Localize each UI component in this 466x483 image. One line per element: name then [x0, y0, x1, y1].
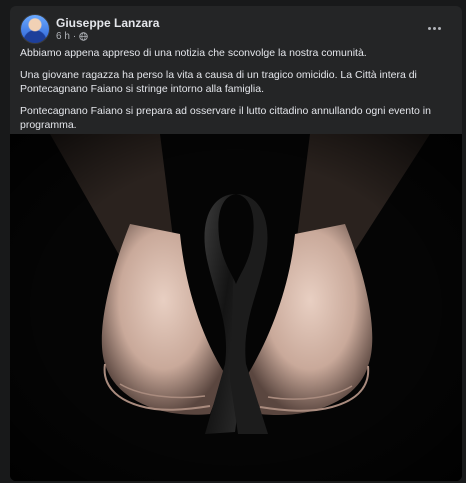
- post-time[interactable]: 6 h: [56, 31, 70, 42]
- post-paragraph: Pontecagnano Faiano si prepara ad osserv…: [20, 105, 431, 131]
- post-card: Giuseppe Lanzara 6 h · Abbiamo appena ap…: [10, 6, 462, 481]
- post-text: Abbiamo appena appreso di una notizia ch…: [20, 46, 440, 140]
- author-name[interactable]: Giuseppe Lanzara: [56, 16, 159, 30]
- hands-ribbon-image: [10, 134, 462, 481]
- post-image[interactable]: [10, 134, 462, 481]
- more-options-icon[interactable]: [422, 18, 446, 38]
- globe-icon: [79, 32, 88, 41]
- post-paragraph: Abbiamo appena appreso di una notizia ch…: [20, 47, 367, 59]
- post-paragraph: Una giovane ragazza ha perso la vita a c…: [20, 69, 417, 95]
- meta-separator: ·: [72, 31, 77, 42]
- post-meta: 6 h ·: [56, 31, 88, 42]
- post-header: Giuseppe Lanzara 6 h ·: [20, 14, 452, 46]
- author-avatar[interactable]: [20, 14, 50, 44]
